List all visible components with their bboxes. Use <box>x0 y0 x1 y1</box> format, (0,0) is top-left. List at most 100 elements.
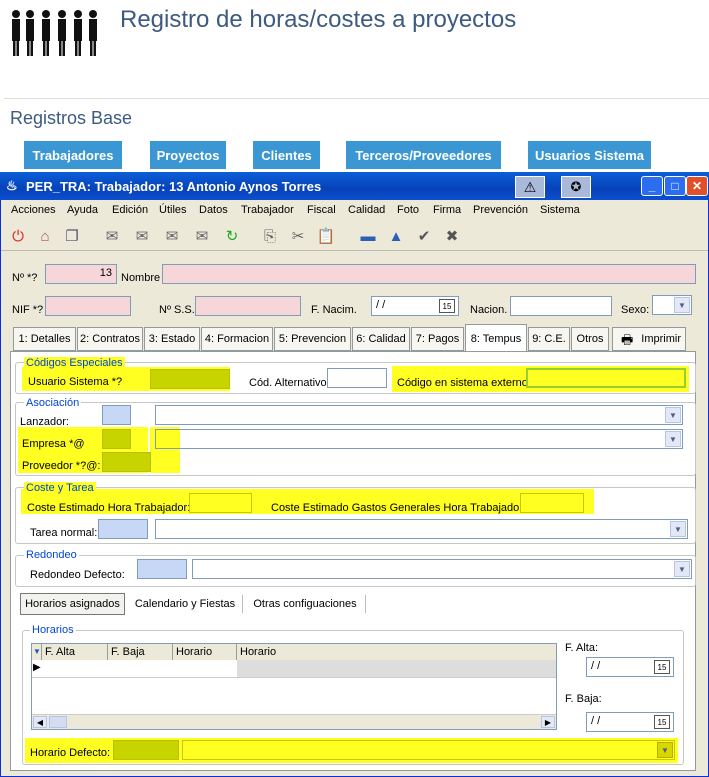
nss-field[interactable] <box>195 296 301 316</box>
cod-alt-field[interactable] <box>327 368 387 388</box>
fnac-label: F. Nacim. <box>311 304 357 316</box>
close-window-button[interactable]: ✕ <box>686 176 708 196</box>
menu-trabajador[interactable]: Trabajador <box>241 204 294 216</box>
tab-estado[interactable]: 3: Estado <box>144 327 200 351</box>
col-falta[interactable]: F. Alta <box>42 644 108 660</box>
menu-foto[interactable]: Foto <box>397 204 419 216</box>
cut-icon[interactable]: ✂ <box>287 225 309 247</box>
redondeo-code[interactable] <box>137 559 187 579</box>
sexo-select[interactable]: ▼ <box>652 295 692 315</box>
col-horario[interactable]: Horario <box>237 644 556 660</box>
home-icon[interactable]: ⌂ <box>34 225 56 247</box>
maximize-button[interactable]: □ <box>664 176 686 196</box>
paste-icon[interactable]: 📋 <box>315 225 337 247</box>
empresa-code[interactable] <box>102 429 131 449</box>
nav-terceros[interactable]: Terceros/Proveedores <box>346 141 501 169</box>
empresa-select[interactable]: ▼ <box>155 429 683 449</box>
redondeo-label: Redondeo Defecto: <box>30 569 125 581</box>
stamp-delete-icon[interactable]: ✉ <box>191 225 213 247</box>
calendar-icon[interactable]: 15 <box>439 299 455 313</box>
table-row[interactable]: ▶ <box>32 660 556 678</box>
menu-calidad[interactable]: Calidad <box>348 204 385 216</box>
nav-proyectos[interactable]: Proyectos <box>150 141 226 169</box>
proveedor-code[interactable] <box>102 452 151 472</box>
codigo-ext-field[interactable] <box>526 368 686 388</box>
nav-trabajadores[interactable]: Trabajadores <box>24 141 122 169</box>
table-cell <box>237 660 556 677</box>
lanzador-code[interactable] <box>102 405 131 425</box>
nav-clientes[interactable]: Clientes <box>253 141 320 169</box>
col-horario-code[interactable]: Horario <box>173 644 237 660</box>
satellite-icon[interactable]: ✪ <box>561 176 591 198</box>
fbaja-field[interactable]: / / 15 <box>586 712 674 732</box>
divider <box>242 595 243 613</box>
calendar-icon[interactable]: 15 <box>654 660 670 674</box>
chevron-down-icon: ▼ <box>665 431 681 447</box>
subtab-otras-config[interactable]: Otras configuaciones <box>244 593 366 615</box>
horarios-grid[interactable]: ▼ F. Alta F. Baja Horario Horario ▶ ◀ ▶ <box>31 643 557 730</box>
nif-field[interactable] <box>45 296 131 316</box>
menu-firma[interactable]: Firma <box>433 204 461 216</box>
tarea-label: Tarea normal: <box>30 527 98 539</box>
menu-acciones[interactable]: Acciones <box>11 204 56 216</box>
falta-field[interactable]: / / 15 <box>586 657 674 677</box>
tab-contratos[interactable]: 2: Contratos <box>77 327 143 351</box>
horario-defecto-code[interactable] <box>113 740 179 760</box>
coste-hora-field[interactable] <box>189 493 252 513</box>
stamp-check-icon[interactable]: ✉ <box>131 225 153 247</box>
scroll-thumb[interactable] <box>49 716 67 728</box>
stamp-icon[interactable]: ✉ <box>101 225 123 247</box>
coste-gg-field[interactable] <box>520 493 584 513</box>
tab-ce[interactable]: 9: C.E. <box>528 327 570 351</box>
close-icon[interactable]: ✖ <box>441 225 463 247</box>
subtab-horarios-asignados[interactable]: Horarios asignados <box>20 593 125 615</box>
menu-ayuda[interactable]: Ayuda <box>67 204 98 216</box>
menu-sistema[interactable]: Sistema <box>540 204 580 216</box>
warning-icon[interactable]: ⚠ <box>515 176 545 198</box>
scroll-left-icon[interactable]: ◀ <box>33 716 47 728</box>
tab-detalles[interactable]: 1: Detalles <box>13 327 76 351</box>
tab-formacion[interactable]: 4: Formacion <box>201 327 273 351</box>
minus-icon[interactable]: ▬ <box>357 225 379 247</box>
windows-icon[interactable]: ❐ <box>61 225 83 247</box>
menu-edicion[interactable]: Edición <box>112 204 148 216</box>
tab-imprimir[interactable]: 🖶 Imprimir <box>612 327 686 351</box>
tab-prevencion[interactable]: 5: Prevencion <box>274 327 351 351</box>
nombre-field[interactable] <box>162 264 696 284</box>
scroll-right-icon[interactable]: ▶ <box>541 716 555 728</box>
tab-tempus[interactable]: 8: Tempus <box>465 324 527 352</box>
usuario-field[interactable] <box>150 369 230 389</box>
menu-utiles[interactable]: Útiles <box>159 204 187 216</box>
menu-fiscal[interactable]: Fiscal <box>307 204 336 216</box>
copy-icon[interactable]: ⎘ <box>259 225 281 247</box>
divider <box>365 595 366 613</box>
tab-pagos[interactable]: 7: Pagos <box>411 327 464 351</box>
nav-usuarios[interactable]: Usuarios Sistema <box>528 141 651 169</box>
horario-defecto-select[interactable]: ▼ <box>182 740 675 760</box>
menu-datos[interactable]: Datos <box>199 204 228 216</box>
num-field[interactable]: 13 <box>45 264 117 284</box>
col-fbaja[interactable]: F. Baja <box>108 644 173 660</box>
sort-icon[interactable]: ▼ <box>32 644 42 660</box>
nacion-field[interactable] <box>510 296 612 316</box>
check-icon[interactable]: ✔ <box>413 225 435 247</box>
power-icon[interactable]: ⏻ <box>7 225 29 247</box>
nacion-label: Nacion. <box>470 304 508 316</box>
tarea-code[interactable] <box>98 519 148 539</box>
tab-otros[interactable]: Otros <box>571 327 609 351</box>
up-icon[interactable]: ▲ <box>385 225 407 247</box>
menu-prevencion[interactable]: Prevención <box>473 204 528 216</box>
redondeo-select[interactable]: ▼ <box>192 559 692 579</box>
nif-label: NIF *? <box>12 304 44 316</box>
tarea-select[interactable]: ▼ <box>155 519 688 539</box>
lanzador-select[interactable]: ▼ <box>155 405 683 425</box>
minimize-button[interactable]: _ <box>641 176 663 196</box>
horario-defecto-label: Horario Defecto: <box>30 747 111 759</box>
fnac-field[interactable]: / / 15 <box>371 296 459 316</box>
stamp-x-icon[interactable]: ✉ <box>161 225 183 247</box>
subtab-calendario[interactable]: Calendario y Fiestas <box>128 593 242 615</box>
calendar-icon[interactable]: 15 <box>654 715 670 729</box>
horizontal-scrollbar[interactable]: ◀ ▶ <box>32 714 556 729</box>
tab-calidad[interactable]: 6: Calidad <box>352 327 410 351</box>
refresh-icon[interactable]: ↻ <box>221 225 243 247</box>
